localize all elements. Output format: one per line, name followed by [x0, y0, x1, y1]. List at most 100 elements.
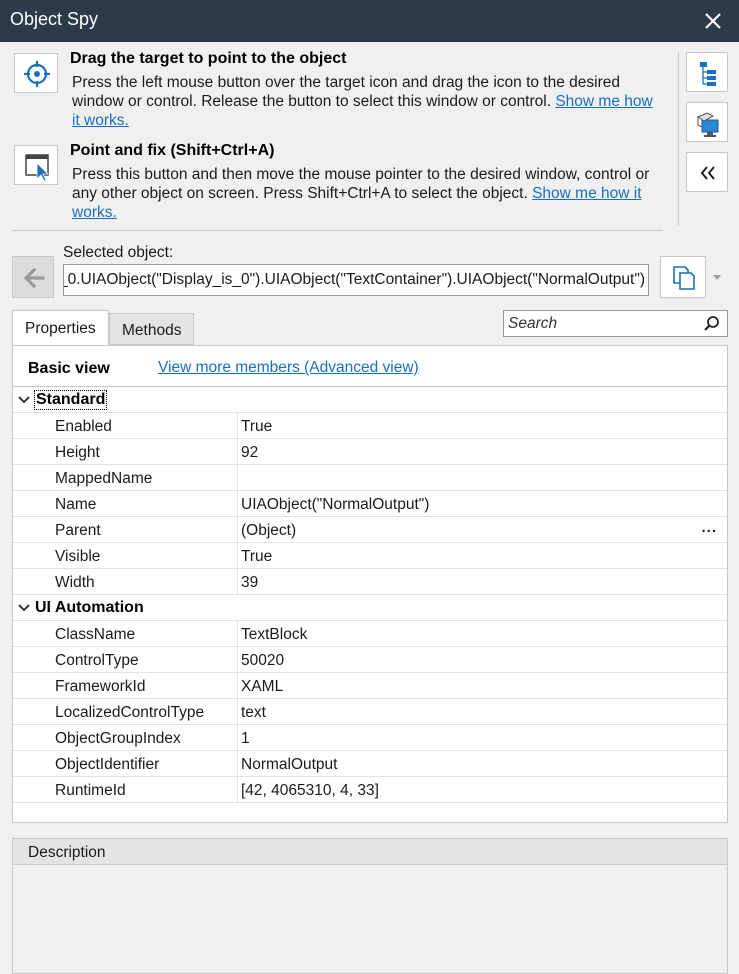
property-row[interactable]: Height 92 — [13, 439, 727, 465]
vertical-divider — [678, 52, 679, 226]
window-title: Object Spy — [10, 9, 99, 29]
close-icon[interactable] — [701, 9, 725, 33]
object-tree-icon — [700, 62, 716, 86]
double-chevron-left-icon — [700, 166, 715, 180]
chevron-down-icon[interactable] — [18, 602, 30, 614]
property-group-name: UI Automation — [35, 599, 144, 616]
collapse-panel-button[interactable] — [686, 152, 728, 192]
copy-button[interactable] — [660, 256, 706, 298]
property-name: RuntimeId — [55, 782, 126, 799]
column-divider — [237, 569, 238, 595]
crosshair-target-icon — [24, 61, 50, 87]
column-divider — [237, 751, 238, 777]
description-title: Description — [28, 844, 106, 861]
drag-heading: Drag the target to point to the object — [70, 50, 347, 67]
property-row[interactable]: Parent (Object)... — [13, 517, 727, 543]
tab-properties[interactable]: Properties — [12, 310, 109, 346]
property-group-name: Standard — [33, 390, 108, 410]
property-name: Enabled — [55, 418, 112, 435]
magnifier-icon[interactable] — [703, 315, 721, 333]
property-row[interactable]: Name UIAObject("NormalOutput") — [13, 491, 727, 517]
tab-methods-label: Methods — [122, 322, 182, 339]
highlight-object-icon — [696, 112, 719, 137]
search-input[interactable]: Search — [503, 310, 728, 337]
column-divider — [237, 413, 238, 439]
property-value: 39 — [241, 574, 259, 591]
title-bar: Object Spy — [0, 0, 739, 42]
point-fix-heading: Point and fix (Shift+Ctrl+A) — [70, 142, 275, 159]
window-pointer-icon — [25, 154, 49, 182]
description-panel: Description — [12, 838, 728, 974]
search-placeholder: Search — [508, 315, 558, 332]
property-row[interactable]: Width 39 — [13, 569, 727, 595]
property-name: ObjectIdentifier — [55, 756, 160, 773]
property-row[interactable]: FrameworkId XAML — [13, 673, 727, 699]
point-fix-button[interactable] — [14, 145, 58, 185]
property-row[interactable]: LocalizedControlType text — [13, 699, 727, 725]
basic-view-label: Basic view — [28, 360, 110, 377]
selected-object-value: Aliases.Calculator.Display_is_0.UIAObjec… — [63, 271, 645, 288]
property-name: ControlType — [55, 652, 139, 669]
copy-clipboard-icon — [673, 266, 695, 290]
property-value: NormalOutput — [241, 756, 338, 773]
ellipsis-button[interactable]: ... — [701, 519, 717, 536]
property-name: Visible — [55, 548, 101, 565]
property-name: MappedName — [55, 470, 153, 487]
highlight-object-button[interactable] — [686, 102, 728, 142]
drag-description: Press the left mouse button over the tar… — [72, 73, 664, 130]
property-group[interactable]: UI Automation — [13, 595, 727, 621]
selected-object-field[interactable]: Aliases.Calculator.Display_is_0.UIAObjec… — [63, 264, 649, 296]
copy-dropdown-button[interactable] — [706, 256, 728, 298]
caret-down-icon — [713, 275, 721, 280]
property-value: XAML — [241, 678, 284, 695]
property-name: Height — [55, 444, 100, 461]
property-group[interactable]: Standard — [13, 387, 727, 413]
properties-panel: Basic view View more members (Advanced v… — [12, 345, 728, 823]
column-divider — [237, 777, 238, 803]
property-value: text — [241, 704, 266, 721]
column-divider — [237, 699, 238, 725]
arrow-left-icon — [23, 267, 45, 289]
property-value: 1 — [241, 730, 250, 747]
property-value: UIAObject("NormalOutput") — [241, 496, 430, 513]
property-value: TextBlock — [241, 626, 308, 643]
column-divider — [237, 439, 238, 465]
chevron-down-icon[interactable] — [18, 394, 30, 406]
property-row[interactable]: RuntimeId [42, 4065310, 4, 33] — [13, 777, 727, 803]
property-row[interactable]: ObjectGroupIndex 1 — [13, 725, 727, 751]
selected-object-label: Selected object: — [63, 244, 174, 261]
property-row[interactable]: ObjectIdentifier NormalOutput — [13, 751, 727, 777]
column-divider — [237, 725, 238, 751]
tab-properties-label: Properties — [25, 320, 96, 337]
column-divider — [237, 543, 238, 569]
advanced-view-link[interactable]: View more members (Advanced view) — [158, 359, 419, 377]
property-row[interactable]: ControlType 50020 — [13, 647, 727, 673]
object-tree-button[interactable] — [686, 52, 728, 92]
property-row[interactable]: Enabled True — [13, 413, 727, 439]
column-divider — [237, 517, 238, 543]
property-name: FrameworkId — [55, 678, 146, 695]
column-divider — [237, 673, 238, 699]
property-value: 92 — [241, 444, 259, 461]
point-fix-description: Press this button and then move the mous… — [72, 165, 664, 222]
property-value: (Object) — [241, 522, 297, 539]
horizontal-divider — [12, 230, 663, 231]
property-row[interactable]: ClassName TextBlock — [13, 621, 727, 647]
property-row[interactable]: MappedName — [13, 465, 727, 491]
property-name: ClassName — [55, 626, 136, 643]
property-name: Width — [55, 574, 95, 591]
property-row[interactable]: Visible True — [13, 543, 727, 569]
property-name: Name — [55, 496, 97, 513]
tab-methods[interactable]: Methods — [109, 313, 194, 345]
column-divider — [237, 491, 238, 517]
drag-target-button[interactable] — [14, 53, 58, 93]
column-divider — [237, 621, 238, 647]
drag-description-text: Press the left mouse button over the tar… — [72, 74, 621, 110]
description-header: Description — [13, 839, 727, 865]
property-name: LocalizedControlType — [55, 704, 205, 721]
property-name: Parent — [55, 522, 101, 539]
column-divider — [237, 465, 238, 491]
property-name: ObjectGroupIndex — [55, 730, 181, 747]
back-button[interactable] — [12, 256, 54, 298]
column-divider — [237, 647, 238, 673]
